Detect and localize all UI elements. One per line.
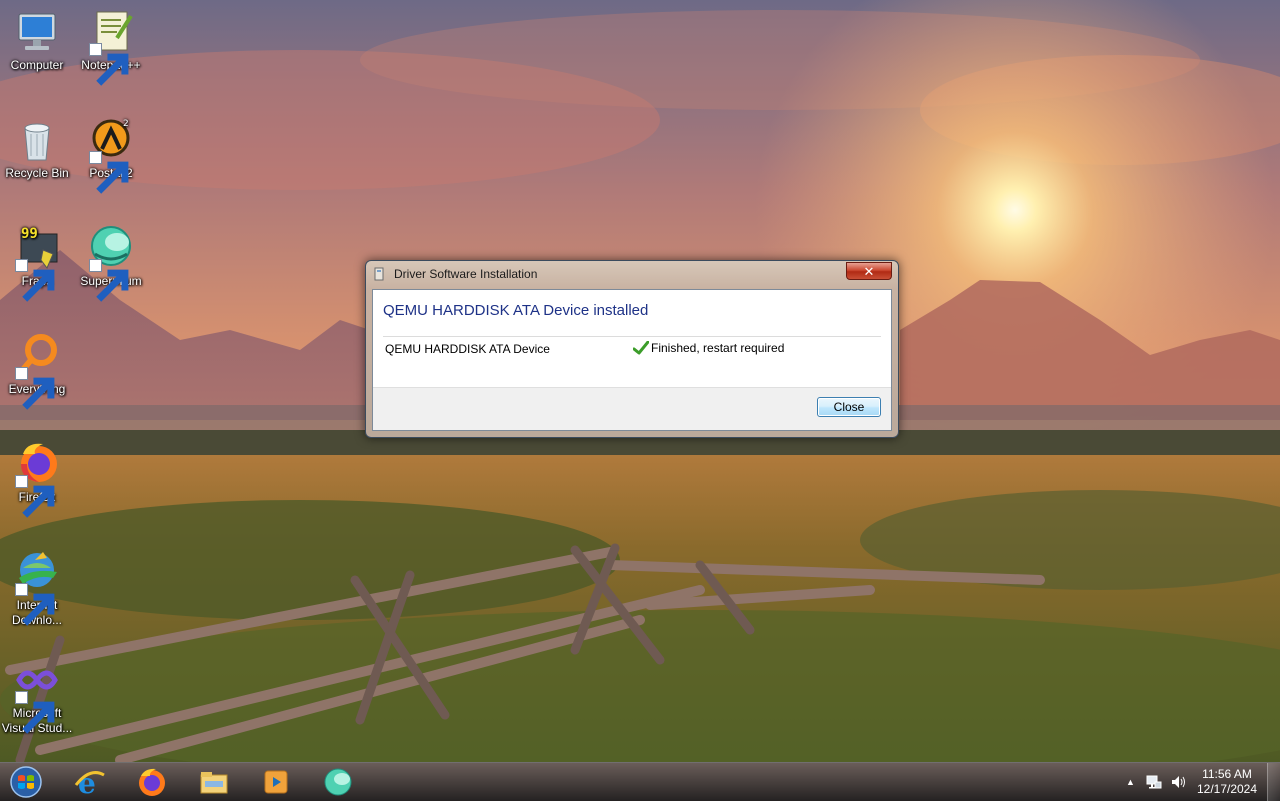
window-close-button[interactable]: ✕ [846, 262, 892, 280]
install-status: Finished, restart required [632, 340, 785, 355]
svg-text:99: 99 [21, 226, 38, 242]
volume-icon[interactable] [1170, 774, 1186, 790]
system-tray: ▲ 11:56 AM 12/17/2024 [1120, 763, 1280, 801]
supermium-icon [324, 768, 352, 796]
firefox-icon [139, 768, 165, 796]
desktop-icon-fraps[interactable]: 99 Fraps [1, 224, 73, 302]
everything-search-icon [13, 332, 61, 410]
media-player-icon [264, 770, 288, 794]
visual-studio-icon [13, 656, 61, 734]
dialog-content: QEMU HARDDISK ATA Device installed QEMU … [372, 289, 892, 431]
taskbar-internet-explorer[interactable]: e [62, 765, 118, 799]
start-button[interactable] [6, 766, 46, 798]
shortcut-arrow-icon [89, 43, 129, 86]
postal2-icon: 2 [87, 116, 135, 194]
device-name: QEMU HARDDISK ATA Device [385, 342, 550, 356]
shortcut-arrow-icon [89, 259, 129, 302]
shortcut-arrow-icon [15, 367, 55, 410]
desktop-icon-supermium[interactable]: Supermium [75, 224, 147, 302]
internet-explorer-icon: e [74, 767, 105, 797]
windows-start-orb-icon [10, 766, 42, 798]
desktop-icon-postal2[interactable]: 2 Postal 2 [75, 116, 147, 194]
green-checkmark-icon [632, 340, 650, 355]
fraps-icon: 99 [13, 224, 61, 302]
supermium-icon [87, 224, 135, 302]
driver-device-icon [372, 267, 386, 281]
driver-installation-dialog: Driver Software Installation ✕ QEMU HARD… [365, 260, 899, 438]
notepadpp-icon [87, 8, 135, 86]
svg-text:2: 2 [123, 119, 129, 129]
dialog-title: Driver Software Installation [394, 267, 538, 281]
clock[interactable]: 11:56 AM 12/17/2024 [1194, 767, 1260, 797]
desktop-icon-recycle-bin[interactable]: Recycle Bin [1, 116, 73, 181]
network-icon[interactable] [1146, 774, 1162, 790]
clock-time: 11:56 AM [1202, 767, 1252, 781]
firefox-icon [13, 440, 61, 518]
taskbar-firefox[interactable] [124, 765, 180, 799]
desktop-icon-computer[interactable]: Computer [1, 8, 73, 73]
taskbar: e ▲ 11:56 AM 12/17/2024 [0, 762, 1280, 801]
desktop-icon-everything[interactable]: Everything [1, 332, 73, 410]
clock-date: 12/17/2024 [1196, 782, 1258, 796]
dialog-heading: QEMU HARDDISK ATA Device installed [383, 302, 649, 319]
taskbar-file-explorer[interactable] [186, 765, 242, 799]
desktop-icon-internet-download-manager[interactable]: Internet Downlo... [1, 548, 73, 628]
shortcut-arrow-icon [15, 691, 55, 734]
close-button[interactable]: Close [817, 397, 881, 417]
divider [383, 336, 881, 337]
internet-download-manager-icon [13, 548, 61, 626]
shortcut-arrow-icon [15, 583, 55, 626]
computer-icon [13, 8, 61, 56]
dialog-footer: Close [373, 387, 891, 430]
shortcut-arrow-icon [15, 259, 55, 302]
dialog-titlebar[interactable]: Driver Software Installation ✕ [366, 261, 898, 287]
desktop-icon-visual-studio[interactable]: Microsoft Visual Stud... [1, 656, 73, 736]
desktop-icon-label: Computer [10, 58, 64, 72]
desktop-icon-firefox[interactable]: Firefox [1, 440, 73, 518]
desktop-icon-notepadpp[interactable]: Notepad++ [75, 8, 147, 86]
desktop-icon-label: Recycle Bin [5, 166, 69, 180]
show-desktop-button[interactable] [1267, 763, 1280, 801]
taskbar-media-player[interactable] [248, 765, 304, 799]
show-hidden-icons-button[interactable]: ▲ [1126, 777, 1135, 787]
shortcut-arrow-icon [15, 475, 55, 518]
taskbar-supermium[interactable] [310, 765, 366, 799]
shortcut-arrow-icon [89, 151, 129, 194]
file-explorer-icon [200, 772, 228, 794]
recycle-bin-icon [13, 116, 61, 164]
close-icon: ✕ [863, 264, 875, 279]
install-status-text: Finished, restart required [651, 341, 785, 355]
